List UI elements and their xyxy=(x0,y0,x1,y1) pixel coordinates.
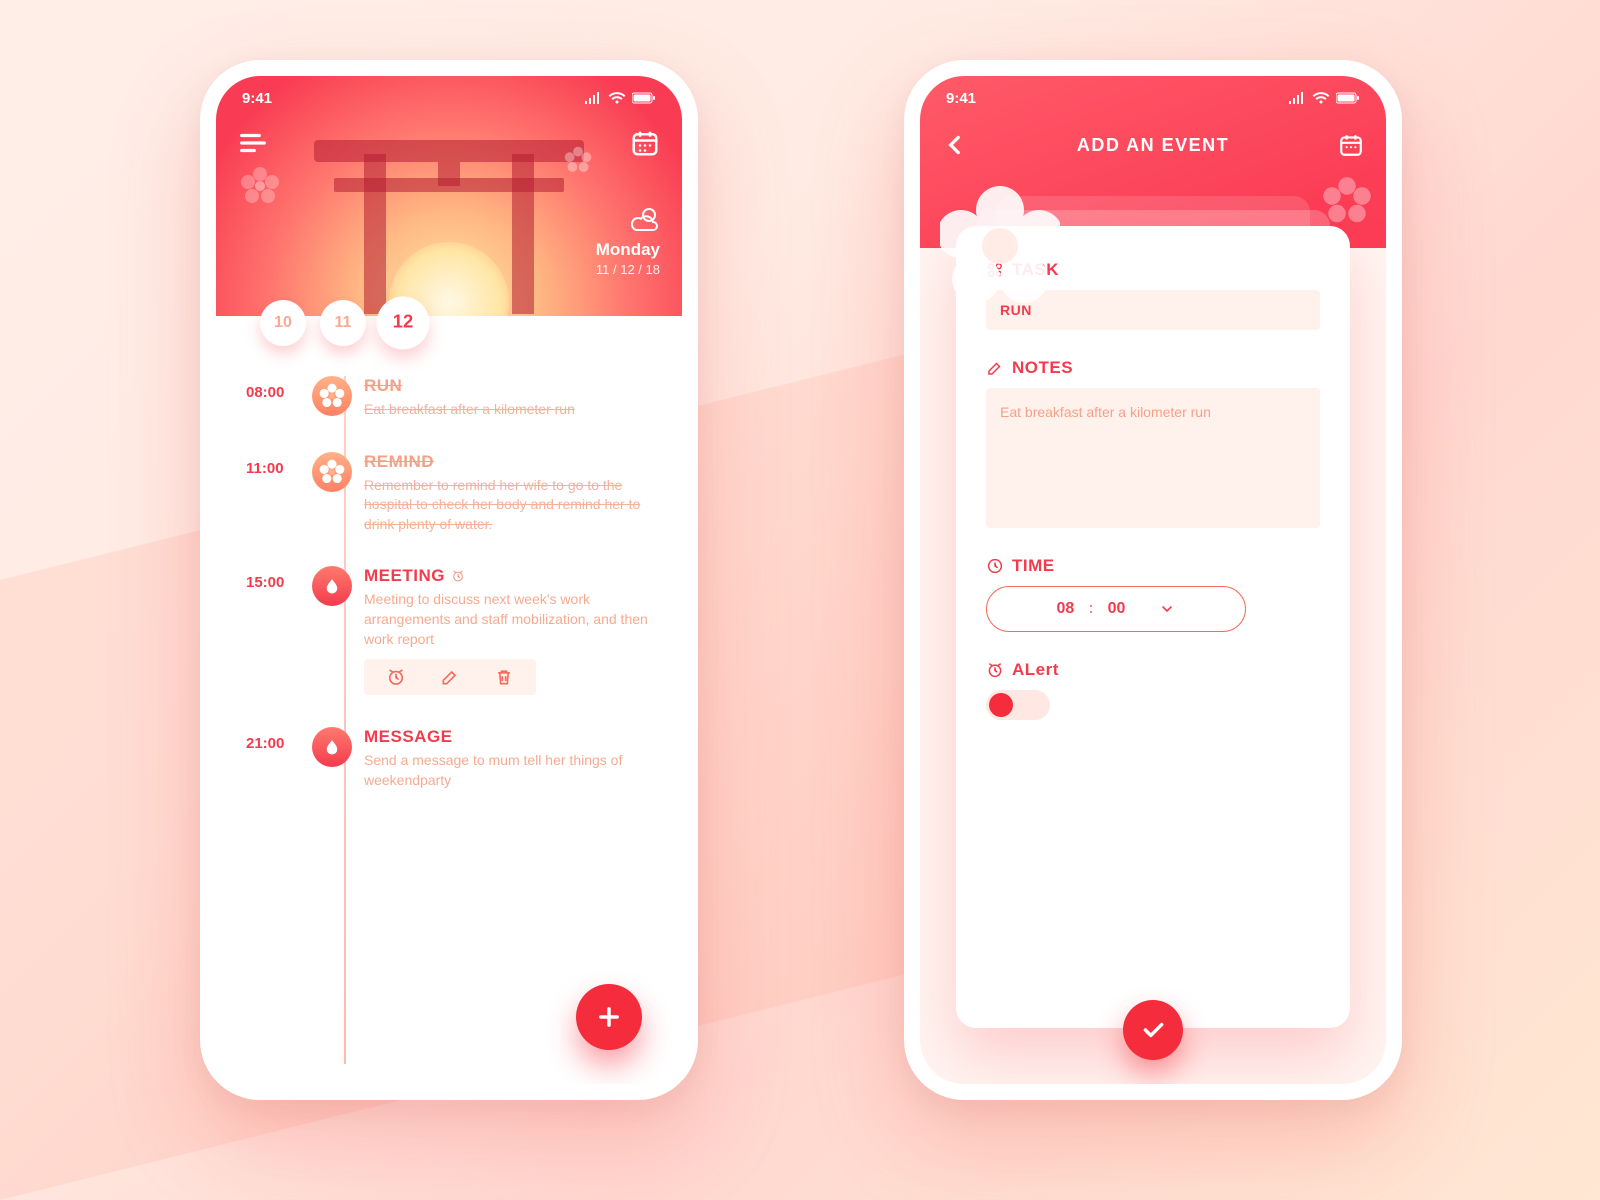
phone-timeline: 9:41 xyxy=(200,60,698,1100)
back-button[interactable] xyxy=(942,132,968,158)
edit-icon xyxy=(986,359,1004,377)
status-bar: 9:41 xyxy=(216,76,682,120)
day-chip[interactable]: 12 xyxy=(377,297,430,350)
day-chips: 101112 xyxy=(260,300,426,346)
edit-action[interactable] xyxy=(440,667,460,687)
time-min: 00 xyxy=(1108,600,1126,618)
check-icon xyxy=(1140,1017,1166,1043)
notes-section: NOTES Eat breakfast after a kilometer ru… xyxy=(986,358,1320,528)
day-name: Monday xyxy=(596,240,660,260)
status-time: 9:41 xyxy=(946,90,976,107)
event-node xyxy=(312,376,352,416)
alert-section: ALert xyxy=(986,660,1320,720)
delete-action[interactable] xyxy=(494,667,514,687)
event-desc: Remember to remind her wife to go to the… xyxy=(364,476,652,535)
day-chip[interactable]: 11 xyxy=(320,300,366,346)
wifi-icon xyxy=(608,92,626,104)
timer-action[interactable] xyxy=(386,667,406,687)
event-title: MESSAGE xyxy=(364,727,652,747)
torii-illustration xyxy=(334,140,564,310)
calendar-icon[interactable] xyxy=(630,128,660,158)
menu-icon[interactable] xyxy=(238,128,268,158)
wifi-icon xyxy=(1312,92,1330,104)
event-title: REMIND xyxy=(364,452,652,472)
alert-label: ALert xyxy=(1012,660,1059,680)
day-chip[interactable]: 10 xyxy=(260,300,306,346)
status-indicators xyxy=(1288,92,1360,104)
timeline-item[interactable]: 15:00 MEETING Meeting to discuss next we… xyxy=(246,566,652,695)
timeline-item[interactable]: 08:00 RUN Eat breakfast after a kilomete… xyxy=(246,376,652,420)
confirm-button[interactable] xyxy=(1123,1000,1183,1060)
add-event-card: TASK RUN NOTES Eat breakfast after a kil… xyxy=(956,226,1350,1028)
signal-icon xyxy=(1288,92,1306,104)
event-title: MEETING xyxy=(364,566,652,586)
alert-toggle[interactable] xyxy=(986,690,1050,720)
day-weather: Monday 11 / 12 / 18 xyxy=(596,206,660,277)
alarm-icon xyxy=(986,661,1004,679)
blossom-decoration xyxy=(940,186,1060,306)
status-time: 9:41 xyxy=(242,90,272,107)
notes-input[interactable]: Eat breakfast after a kilometer run xyxy=(986,388,1320,528)
timeline-item[interactable]: 21:00 MESSAGE Send a message to mum tell… xyxy=(246,727,652,790)
time-section: TIME 08 : 00 xyxy=(986,556,1320,632)
event-title: RUN xyxy=(364,376,652,396)
signal-icon xyxy=(584,92,602,104)
notes-label: NOTES xyxy=(1012,358,1073,378)
time-label: TIME xyxy=(1012,556,1055,576)
chevron-down-icon xyxy=(1159,601,1175,617)
timeline-item[interactable]: 11:00 REMIND Remember to remind her wife… xyxy=(246,452,652,535)
event-node xyxy=(312,566,352,606)
event-desc: Eat breakfast after a kilometer run xyxy=(364,400,652,420)
page-title: ADD AN EVENT xyxy=(1077,135,1229,156)
event-time: 11:00 xyxy=(246,452,306,535)
status-indicators xyxy=(584,92,656,104)
time-picker[interactable]: 08 : 00 xyxy=(986,586,1246,632)
event-time: 15:00 xyxy=(246,566,306,695)
day-date: 11 / 12 / 18 xyxy=(596,262,660,277)
event-time: 21:00 xyxy=(246,727,306,790)
event-desc: Send a message to mum tell her things of… xyxy=(364,751,652,790)
event-time: 08:00 xyxy=(246,376,306,420)
calendar-icon[interactable] xyxy=(1338,132,1364,158)
time-hour: 08 xyxy=(1057,600,1075,618)
battery-icon xyxy=(632,92,656,104)
blossom-decoration xyxy=(240,166,280,206)
event-node xyxy=(312,452,352,492)
event-node xyxy=(312,727,352,767)
weather-icon xyxy=(626,206,660,234)
battery-icon xyxy=(1336,92,1360,104)
status-bar: 9:41 xyxy=(920,76,1386,120)
timer-icon xyxy=(451,569,465,583)
timeline: 08:00 RUN Eat breakfast after a kilomete… xyxy=(216,376,682,1084)
add-event-button[interactable] xyxy=(576,984,642,1050)
event-desc: Meeting to discuss next week's work arra… xyxy=(364,590,652,649)
phone-add-event: 9:41 ADD AN EVENT xyxy=(904,60,1402,1100)
clock-icon xyxy=(986,557,1004,575)
event-actions xyxy=(364,659,536,695)
blossom-decoration xyxy=(1322,176,1372,226)
plus-icon xyxy=(595,1003,623,1031)
